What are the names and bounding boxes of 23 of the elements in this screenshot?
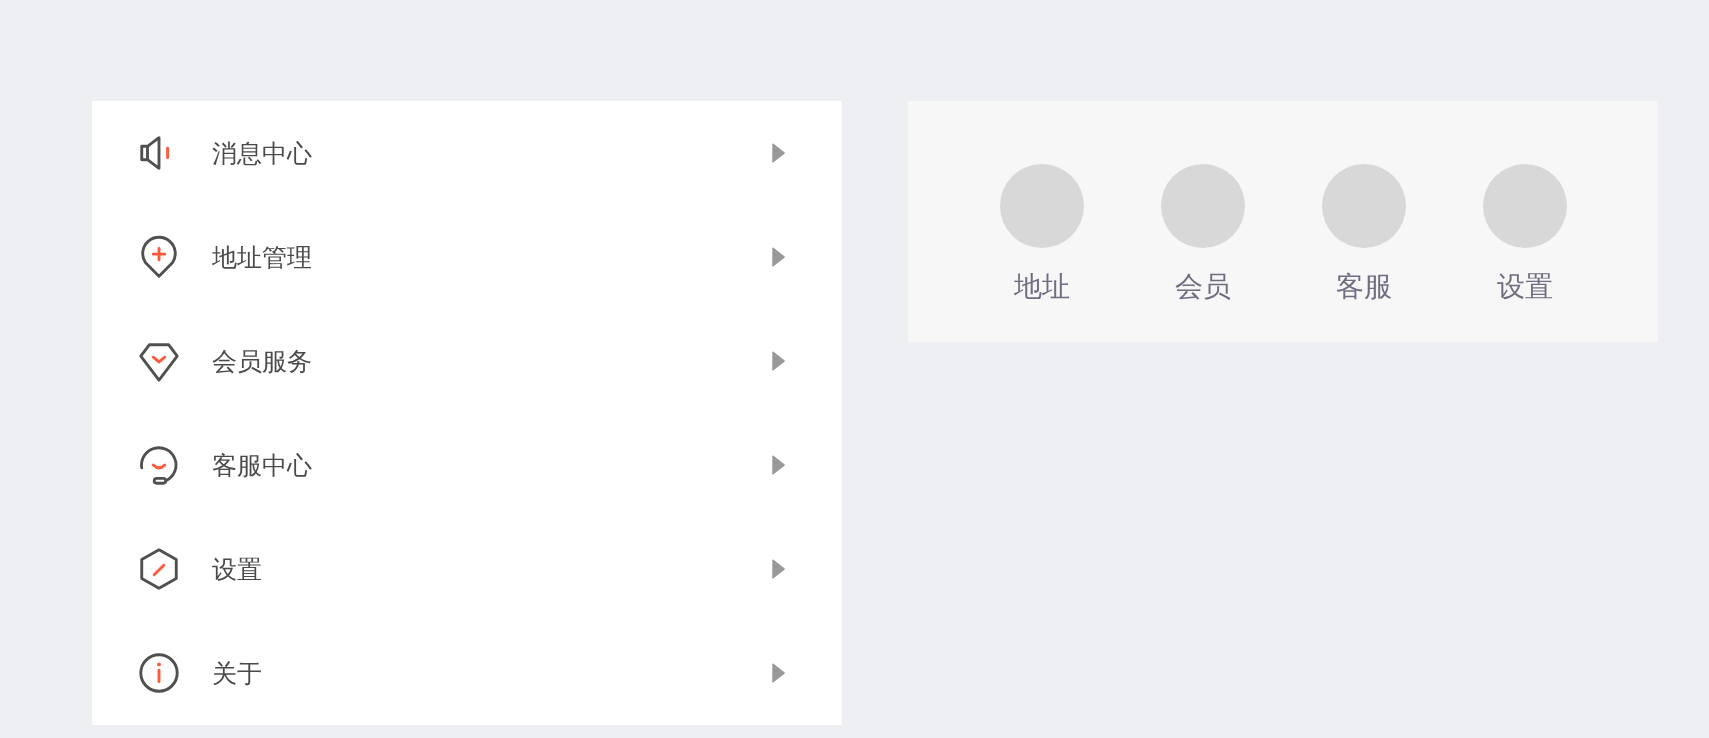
shortcut-label[interactable]: 设置 (1496, 268, 1553, 306)
chevron-right-icon (772, 559, 785, 579)
info-icon (136, 650, 182, 696)
menu-label: 地址管理 (212, 241, 313, 274)
menu-item[interactable]: 设置 (92, 517, 842, 621)
chevron-right-icon (772, 663, 785, 683)
menu-label: 客服中心 (212, 449, 313, 482)
shortcut-label[interactable]: 会员 (1174, 268, 1231, 306)
menu-item[interactable]: 消息中心 (92, 101, 842, 205)
menu-label: 关于 (212, 657, 263, 690)
menu-item[interactable]: 地址管理 (92, 205, 842, 309)
chevron-right-icon (772, 455, 785, 475)
chevron-right-icon (772, 351, 785, 371)
menu-label: 设置 (212, 553, 263, 586)
shortcut-label[interactable]: 客服 (1335, 268, 1392, 306)
chevron-right-icon (772, 247, 785, 267)
menu-item[interactable]: 关于 (92, 621, 842, 725)
chevron-right-icon (772, 143, 785, 163)
shortcut-label[interactable]: 地址 (1013, 268, 1070, 306)
menu-item[interactable]: 客服中心 (92, 413, 842, 517)
menu-item[interactable]: 会员服务 (92, 309, 842, 413)
menu-label: 消息中心 (212, 137, 313, 170)
menu-label: 会员服务 (212, 345, 313, 378)
